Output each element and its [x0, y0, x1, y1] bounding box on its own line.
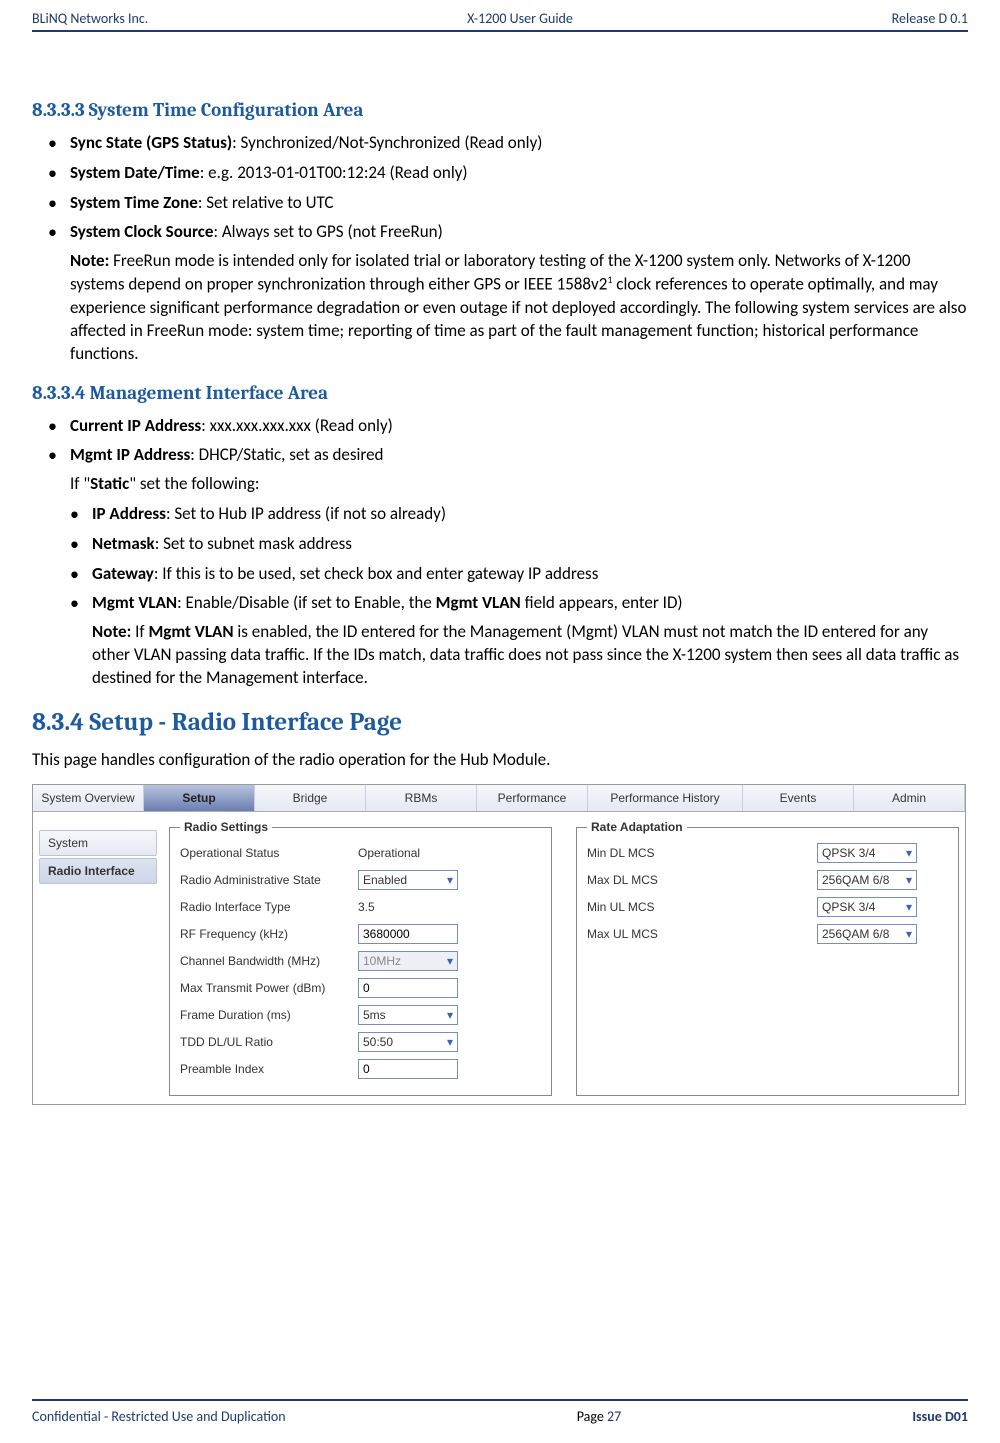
list-8334: Current IP Address: xxx.xxx.xxx.xxx (Rea…: [32, 414, 968, 468]
heading-8333: 8.3.3.3 System Time Configuration Area: [32, 99, 968, 121]
max-ul-mcs-select[interactable]: 256QAM 6/8▾: [817, 924, 917, 944]
field-label: TDD DL/UL Ratio: [180, 1035, 358, 1049]
tab-bridge[interactable]: Bridge: [255, 785, 366, 811]
panel-title: Rate Adaptation: [587, 820, 687, 834]
admin-state-select[interactable]: Enabled▾: [358, 870, 458, 890]
chevron-down-icon: ▾: [906, 927, 912, 941]
footer-right: Issue D01: [912, 1408, 968, 1425]
field-label: Frame Duration (ms): [180, 1008, 358, 1022]
interface-type-value: 3.5: [358, 900, 478, 914]
tx-power-input[interactable]: [358, 978, 458, 998]
field-label: Max DL MCS: [587, 873, 817, 887]
chevron-down-icon: ▾: [447, 954, 453, 968]
header-rule: [32, 30, 968, 32]
chevron-down-icon: ▾: [447, 1008, 453, 1022]
list-item: Current IP Address: xxx.xxx.xxx.xxx (Rea…: [48, 414, 968, 438]
side-item-system[interactable]: System: [39, 830, 157, 856]
list-item: Mgmt IP Address: DHCP/Static, set as des…: [48, 443, 968, 467]
chevron-down-icon: ▾: [447, 873, 453, 887]
list-8333: Sync State (GPS Status): Synchronized/No…: [32, 131, 968, 244]
tab-admin[interactable]: Admin: [854, 785, 965, 811]
panel-radio-settings: Radio Settings Operational StatusOperati…: [169, 820, 552, 1096]
screenshot-setup-radio: System Overview Setup Bridge RBMs Perfor…: [32, 784, 966, 1105]
header-center: X-1200 User Guide: [467, 10, 573, 27]
min-dl-mcs-select[interactable]: QPSK 3/4▾: [817, 843, 917, 863]
op-status-value: Operational: [358, 846, 478, 860]
page-header: BLiNQ Networks Inc. X-1200 User Guide Re…: [32, 0, 968, 33]
tab-setup[interactable]: Setup: [144, 785, 255, 811]
list-item: Mgmt VLAN: Enable/Disable (if set to Ena…: [70, 591, 968, 615]
side-nav: System Radio Interface: [33, 812, 163, 1104]
tab-bar: System Overview Setup Bridge RBMs Perfor…: [33, 785, 965, 812]
chevron-down-icon: ▾: [447, 1035, 453, 1049]
list-item: Netmask: Set to subnet mask address: [70, 532, 968, 556]
heading-834: 8.3.4 Setup - Radio Interface Page: [32, 708, 968, 737]
note-8333: Note: FreeRun mode is intended only for …: [32, 250, 968, 365]
header-left: BLiNQ Networks Inc.: [32, 10, 148, 27]
page-content: 8.3.3.3 System Time Configuration Area S…: [32, 33, 968, 1105]
sublist-8334: IP Address: Set to Hub IP address (if no…: [32, 502, 968, 615]
tab-system-overview[interactable]: System Overview: [33, 785, 144, 811]
footer-center: Page 27: [577, 1408, 621, 1425]
field-label: Radio Interface Type: [180, 900, 358, 914]
list-item: IP Address: Set to Hub IP address (if no…: [70, 502, 968, 526]
chevron-down-icon: ▾: [906, 900, 912, 914]
max-dl-mcs-select[interactable]: 256QAM 6/8▾: [817, 870, 917, 890]
bandwidth-select: 10MHz▾: [358, 951, 458, 971]
field-label: Preamble Index: [180, 1062, 358, 1076]
intro-834: This page handles configuration of the r…: [32, 749, 968, 772]
footer-rule: [32, 1399, 968, 1401]
chevron-down-icon: ▾: [906, 846, 912, 860]
tab-performance-history[interactable]: Performance History: [588, 785, 743, 811]
panel-rate-adaptation: Rate Adaptation Min DL MCSQPSK 3/4▾ Max …: [576, 820, 959, 1096]
list-item: Sync State (GPS Status): Synchronized/No…: [48, 131, 968, 155]
list-item: System Clock Source: Always set to GPS (…: [48, 220, 968, 244]
note-8334: Note: If Mgmt VLAN is enabled, the ID en…: [32, 621, 968, 690]
field-label: Min DL MCS: [587, 846, 817, 860]
field-label: Max UL MCS: [587, 927, 817, 941]
field-label: Channel Bandwidth (MHz): [180, 954, 358, 968]
tdd-ratio-select[interactable]: 50:50▾: [358, 1032, 458, 1052]
field-label: Operational Status: [180, 846, 358, 860]
list-item: System Date/Time: e.g. 2013-01-01T00:12:…: [48, 161, 968, 185]
tab-performance[interactable]: Performance: [477, 785, 588, 811]
page-footer: Confidential - Restricted Use and Duplic…: [32, 1408, 968, 1425]
static-line: If "Static" set the following:: [32, 473, 968, 496]
min-ul-mcs-select[interactable]: QPSK 3/4▾: [817, 897, 917, 917]
frame-duration-select[interactable]: 5ms▾: [358, 1005, 458, 1025]
chevron-down-icon: ▾: [906, 873, 912, 887]
header-right: Release D 0.1: [892, 10, 968, 27]
tab-events[interactable]: Events: [743, 785, 854, 811]
preamble-index-input[interactable]: [358, 1059, 458, 1079]
list-item: System Time Zone: Set relative to UTC: [48, 191, 968, 215]
footer-left: Confidential - Restricted Use and Duplic…: [32, 1408, 286, 1425]
rf-frequency-input[interactable]: [358, 924, 458, 944]
field-label: Radio Administrative State: [180, 873, 358, 887]
field-label: Max Transmit Power (dBm): [180, 981, 358, 995]
panel-title: Radio Settings: [180, 820, 272, 834]
field-label: RF Frequency (kHz): [180, 927, 358, 941]
heading-8334: 8.3.3.4 Management Interface Area: [32, 382, 968, 404]
list-item: Gateway: If this is to be used, set chec…: [70, 562, 968, 586]
field-label: Min UL MCS: [587, 900, 817, 914]
side-item-radio-interface[interactable]: Radio Interface: [39, 858, 157, 884]
tab-rbms[interactable]: RBMs: [366, 785, 477, 811]
